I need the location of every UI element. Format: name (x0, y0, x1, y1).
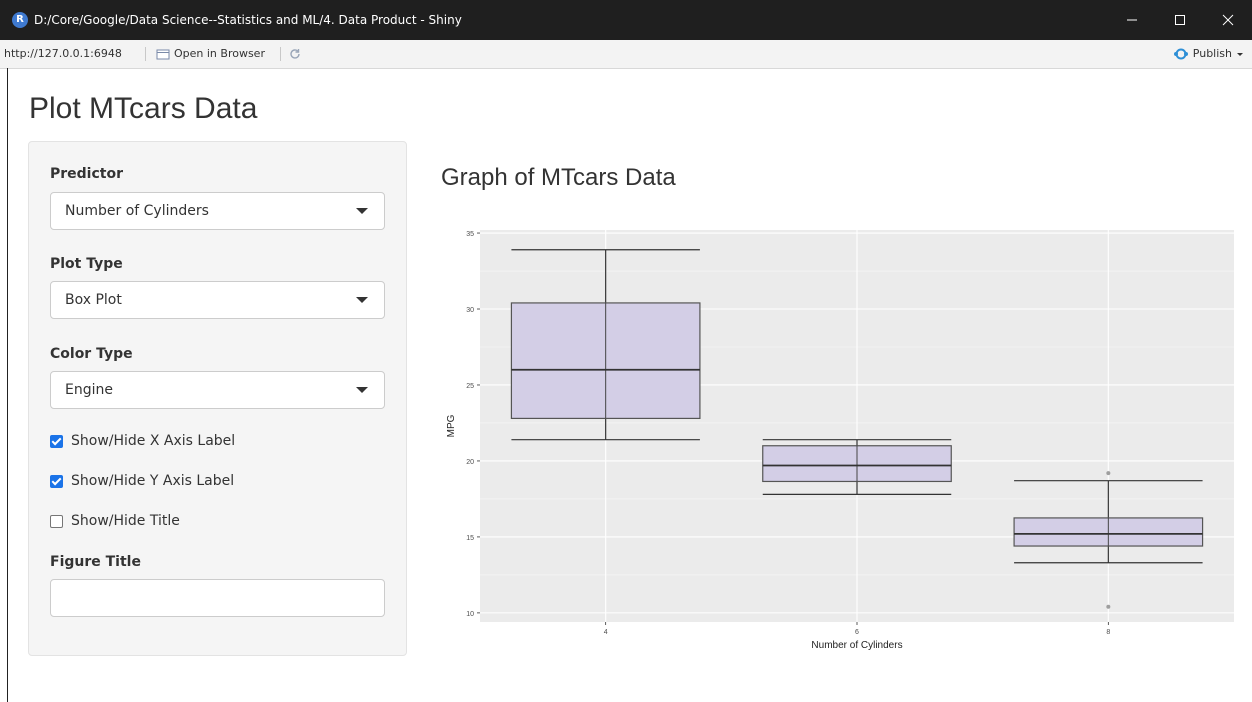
publish-icon (1173, 48, 1188, 60)
y-tick-label: 25 (466, 383, 474, 390)
outlier-point (1106, 471, 1111, 476)
figure-title-label: Figure Title (50, 554, 141, 570)
publish-button[interactable]: Publish (1173, 40, 1244, 68)
browser-window-icon (156, 49, 170, 60)
publish-label: Publish (1192, 47, 1232, 60)
checkbox-unchecked-icon[interactable] (50, 514, 63, 528)
checkbox-checked-icon[interactable] (50, 474, 63, 488)
x-tick-label: 4 (604, 629, 608, 636)
graph-heading: Graph of MTcars Data (441, 164, 676, 191)
url-text[interactable]: http://127.0.0.1:6948 (4, 40, 122, 68)
checkbox-checked-icon[interactable] (50, 434, 63, 448)
checkbox-show-y-axis-label[interactable]: Show/Hide Y Axis Label (50, 473, 234, 489)
viewer-toolbar: http://127.0.0.1:6948 Open in Browser Pu… (0, 40, 1252, 69)
dropdown-caret-icon (356, 208, 368, 214)
close-icon[interactable] (1208, 0, 1248, 40)
color-type-select-value: Engine (65, 382, 113, 398)
box-plot-chart: 10 15 20 25 30 35 4 6 8 Number of Cylinders MPG (446, 230, 1234, 651)
color-type-select[interactable]: Engine (50, 371, 385, 409)
page-title: Plot MTcars Data (29, 92, 258, 125)
color-type-label: Color Type (50, 346, 133, 362)
window-title-bar: R D:/Core/Google/Data Science--Statistic… (0, 0, 1252, 40)
y-tick-label: 35 (466, 231, 474, 238)
y-tick-label: 10 (466, 611, 474, 618)
outlier-point (1106, 604, 1111, 609)
x-tick-label: 8 (1106, 629, 1110, 636)
plot-type-select-value: Box Plot (65, 292, 122, 308)
y-axis: 10 15 20 25 30 35 (466, 231, 480, 618)
maximize-icon[interactable] (1160, 0, 1200, 40)
checkbox-label: Show/Hide Title (71, 513, 180, 529)
toolbar-divider (145, 47, 146, 61)
open-in-browser-label: Open in Browser (174, 47, 265, 60)
x-axis: 4 6 8 (604, 622, 1110, 636)
checkbox-show-title[interactable]: Show/Hide Title (50, 513, 180, 529)
predictor-label: Predictor (50, 166, 123, 182)
dropdown-caret-icon (356, 387, 368, 393)
checkbox-label: Show/Hide X Axis Label (71, 433, 236, 449)
refresh-icon[interactable] (288, 47, 302, 61)
dropdown-caret-icon (356, 297, 368, 303)
chevron-down-icon (1237, 53, 1243, 56)
plot-type-select[interactable]: Box Plot (50, 281, 385, 319)
x-tick-label: 6 (855, 629, 859, 636)
window-title: D:/Core/Google/Data Science--Statistics … (34, 13, 462, 27)
y-tick-label: 15 (466, 535, 474, 542)
checkbox-show-x-axis-label[interactable]: Show/Hide X Axis Label (50, 433, 235, 449)
y-axis-label: MPG (446, 414, 457, 437)
y-tick-label: 20 (466, 459, 474, 466)
y-tick-label: 30 (466, 307, 474, 314)
x-axis-label: Number of Cylinders (811, 640, 902, 651)
predictor-select-value: Number of Cylinders (65, 203, 209, 219)
checkbox-label: Show/Hide Y Axis Label (71, 473, 235, 489)
minimize-icon[interactable] (1112, 0, 1152, 40)
predictor-select[interactable]: Number of Cylinders (50, 192, 385, 230)
plot-type-label: Plot Type (50, 256, 123, 272)
figure-title-input[interactable] (50, 579, 385, 617)
r-app-icon: R (12, 12, 28, 28)
open-in-browser-button[interactable]: Open in Browser (156, 40, 265, 68)
toolbar-divider (280, 47, 281, 61)
pane-border (7, 68, 8, 702)
